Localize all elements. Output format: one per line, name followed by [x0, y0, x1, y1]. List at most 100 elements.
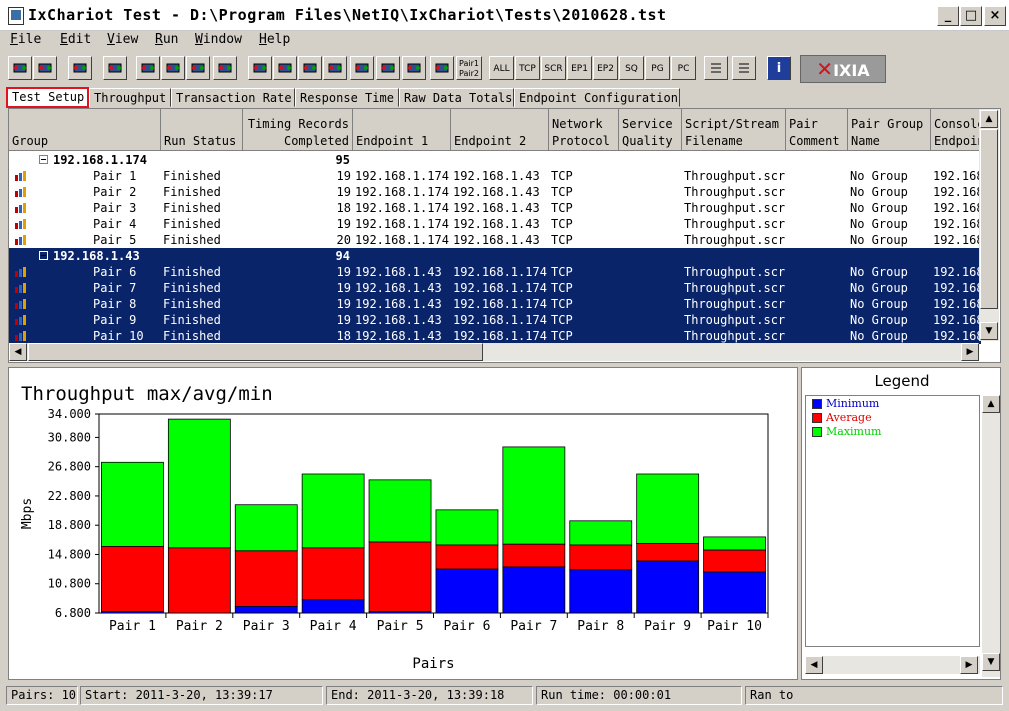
cut-icon[interactable] [136, 56, 160, 80]
modify-icon[interactable] [402, 56, 426, 80]
legend-scroll-right-icon[interactable]: ▶ [960, 656, 978, 674]
menu-file[interactable]: File [10, 32, 41, 47]
pair-row[interactable]: Pair 1 Finished 19 192.168.1.174 192.168.1.4… [9, 168, 984, 184]
column-header-label: Protocol [552, 134, 610, 148]
menu-run[interactable]: Run [155, 32, 178, 47]
menu-help[interactable]: Help [259, 32, 290, 47]
tab-throughput[interactable]: Throughput [89, 88, 171, 107]
filter-scr-button[interactable]: SCR [541, 56, 566, 80]
swap-icon[interactable] [376, 56, 400, 80]
pair-row[interactable]: Pair 9 Finished 19 192.168.1.43 192.168.1.17… [9, 312, 984, 328]
add-pair-icon[interactable] [248, 56, 272, 80]
pair-row[interactable]: Pair 2 Finished 19 192.168.1.174 192.168.1.4… [9, 184, 984, 200]
column-header-group[interactable]: Group [9, 109, 161, 151]
maximize-button[interactable]: □ [960, 6, 982, 26]
filter-pg-button[interactable]: PG [645, 56, 670, 80]
filter-ep2-button[interactable]: EP2 [593, 56, 618, 80]
x-tick-label: Pair 1 [109, 619, 156, 634]
pairs-grid[interactable]: Group Run Status Timing Records Completed En… [8, 108, 1001, 363]
pair-protocol: TCP [551, 329, 573, 343]
minimize-button[interactable]: _ [937, 6, 959, 26]
detail-view-icon[interactable] [732, 56, 756, 80]
group-name: 192.168.1.43 [53, 249, 140, 263]
group-row[interactable]: 192.168.1.43 94 [9, 248, 981, 264]
link-icon[interactable] [350, 56, 374, 80]
filter-pc-button[interactable]: PC [671, 56, 696, 80]
column-header-name[interactable]: Pair Group Name [848, 109, 931, 151]
legend-entry-average: Average [812, 411, 872, 424]
filter-tcp-button[interactable]: TCP [515, 56, 540, 80]
column-header-filename[interactable]: Script/Stream Filename [682, 109, 786, 151]
pair-row[interactable]: Pair 5 Finished 20 192.168.1.174 192.168.1.4… [9, 232, 984, 248]
scroll-up-icon[interactable]: ▲ [980, 110, 998, 128]
bar-minimum-pair-7 [502, 566, 566, 614]
pair-row[interactable]: Pair 4 Finished 19 192.168.1.174 192.168.1.4… [9, 216, 984, 232]
print-icon[interactable] [33, 56, 57, 80]
collapse-icon[interactable] [39, 251, 48, 260]
tab-response-time[interactable]: Response Time [295, 88, 399, 107]
group-row[interactable]: 192.168.1.174 95 [9, 152, 981, 168]
pair-ep2: 192.168.1.174 [453, 329, 547, 343]
pair-protocol: TCP [551, 313, 573, 327]
column-header-completed[interactable]: Timing Records Completed [243, 109, 353, 151]
grid-vertical-scrollbar[interactable]: ▲ ▼ [979, 109, 999, 341]
copy-icon[interactable] [161, 56, 185, 80]
legend-scroll-up-icon[interactable]: ▲ [982, 395, 1000, 413]
filter-all-button[interactable]: ALL [489, 56, 514, 80]
legend-scroll-down-icon[interactable]: ▼ [982, 653, 1000, 671]
menu-view[interactable]: View [107, 32, 138, 47]
edit-pair-icon[interactable] [323, 56, 347, 80]
close-button[interactable]: × [984, 6, 1006, 26]
tab-test-setup[interactable]: Test Setup [6, 87, 89, 108]
scroll-thumb[interactable] [980, 129, 998, 309]
legend-scroll-left-icon[interactable]: ◀ [805, 656, 823, 674]
legend-hscrollbar[interactable]: ◀ ▶ [805, 656, 980, 674]
back-icon[interactable] [103, 56, 127, 80]
column-header-endpoint-1[interactable]: Endpoint 1 [353, 109, 451, 151]
group-records: 95 [335, 153, 350, 167]
column-header-protocol[interactable]: Network Protocol [549, 109, 619, 151]
column-header-quality[interactable]: Service Quality [619, 109, 682, 151]
add-group-icon[interactable] [298, 56, 322, 80]
tab-transaction-rate[interactable]: Transaction Rate [171, 88, 295, 107]
pair-status: Finished [163, 313, 221, 327]
pair-row[interactable]: Pair 3 Finished 18 192.168.1.174 192.168.1.4… [9, 200, 984, 216]
run-icon[interactable] [68, 56, 92, 80]
pair-row[interactable]: Pair 10 Finished 18 192.168.1.43 192.168.1.1… [9, 328, 984, 344]
info-icon[interactable]: i [767, 56, 791, 80]
scroll-left-icon[interactable]: ◀ [9, 343, 27, 361]
column-header-top-label: Script/Stream [685, 117, 779, 131]
pair-group: No Group [850, 265, 908, 279]
pair-ep1: 192.168.1.43 [355, 265, 442, 279]
column-header-endpoint-2[interactable]: Endpoint 2 [451, 109, 549, 151]
save-icon[interactable] [8, 56, 32, 80]
menu-window[interactable]: Window [195, 32, 242, 47]
filter-ep1-button[interactable]: EP1 [567, 56, 592, 80]
filter-sq-button[interactable]: SQ [619, 56, 644, 80]
column-header-run-status[interactable]: Run Status [161, 109, 243, 151]
grid-horizontal-scrollbar[interactable]: ◀ ▶ [9, 343, 979, 361]
menu-edit[interactable]: Edit [60, 32, 91, 47]
delete-icon[interactable] [213, 56, 237, 80]
paste-icon[interactable] [186, 56, 210, 80]
pair-protocol: TCP [551, 169, 573, 183]
pair-toggle-button[interactable]: Pair1 Pair2 [456, 56, 482, 80]
x-tick-label: Pair 6 [443, 619, 490, 634]
tab-endpoint-configuration[interactable]: Endpoint Configuration [514, 88, 680, 107]
ixia-logo[interactable]: ✕IXIA [800, 55, 886, 83]
column-header-top-label: Pair Group [851, 117, 924, 131]
pair-row[interactable]: Pair 7 Finished 19 192.168.1.43 192.168.1.17… [9, 280, 984, 296]
pair-row[interactable]: Pair 8 Finished 19 192.168.1.43 192.168.1.17… [9, 296, 984, 312]
bar-average-pair-7 [502, 543, 566, 568]
scroll-down-icon[interactable]: ▼ [980, 322, 998, 340]
scroll-right-icon[interactable]: ▶ [961, 343, 979, 361]
column-header-comment[interactable]: Pair Comment [786, 109, 848, 151]
legend-scrollbar[interactable]: ▲ ▼ [982, 395, 1000, 677]
hscroll-thumb[interactable] [28, 343, 483, 361]
collapse-icon[interactable] [39, 155, 48, 164]
list-view-icon[interactable] [704, 56, 728, 80]
add-multicast-icon[interactable] [273, 56, 297, 80]
replicate-icon[interactable] [430, 56, 454, 80]
pair-row[interactable]: Pair 6 Finished 19 192.168.1.43 192.168.1.17… [9, 264, 984, 280]
tab-raw-data-totals[interactable]: Raw Data Totals [399, 88, 514, 107]
